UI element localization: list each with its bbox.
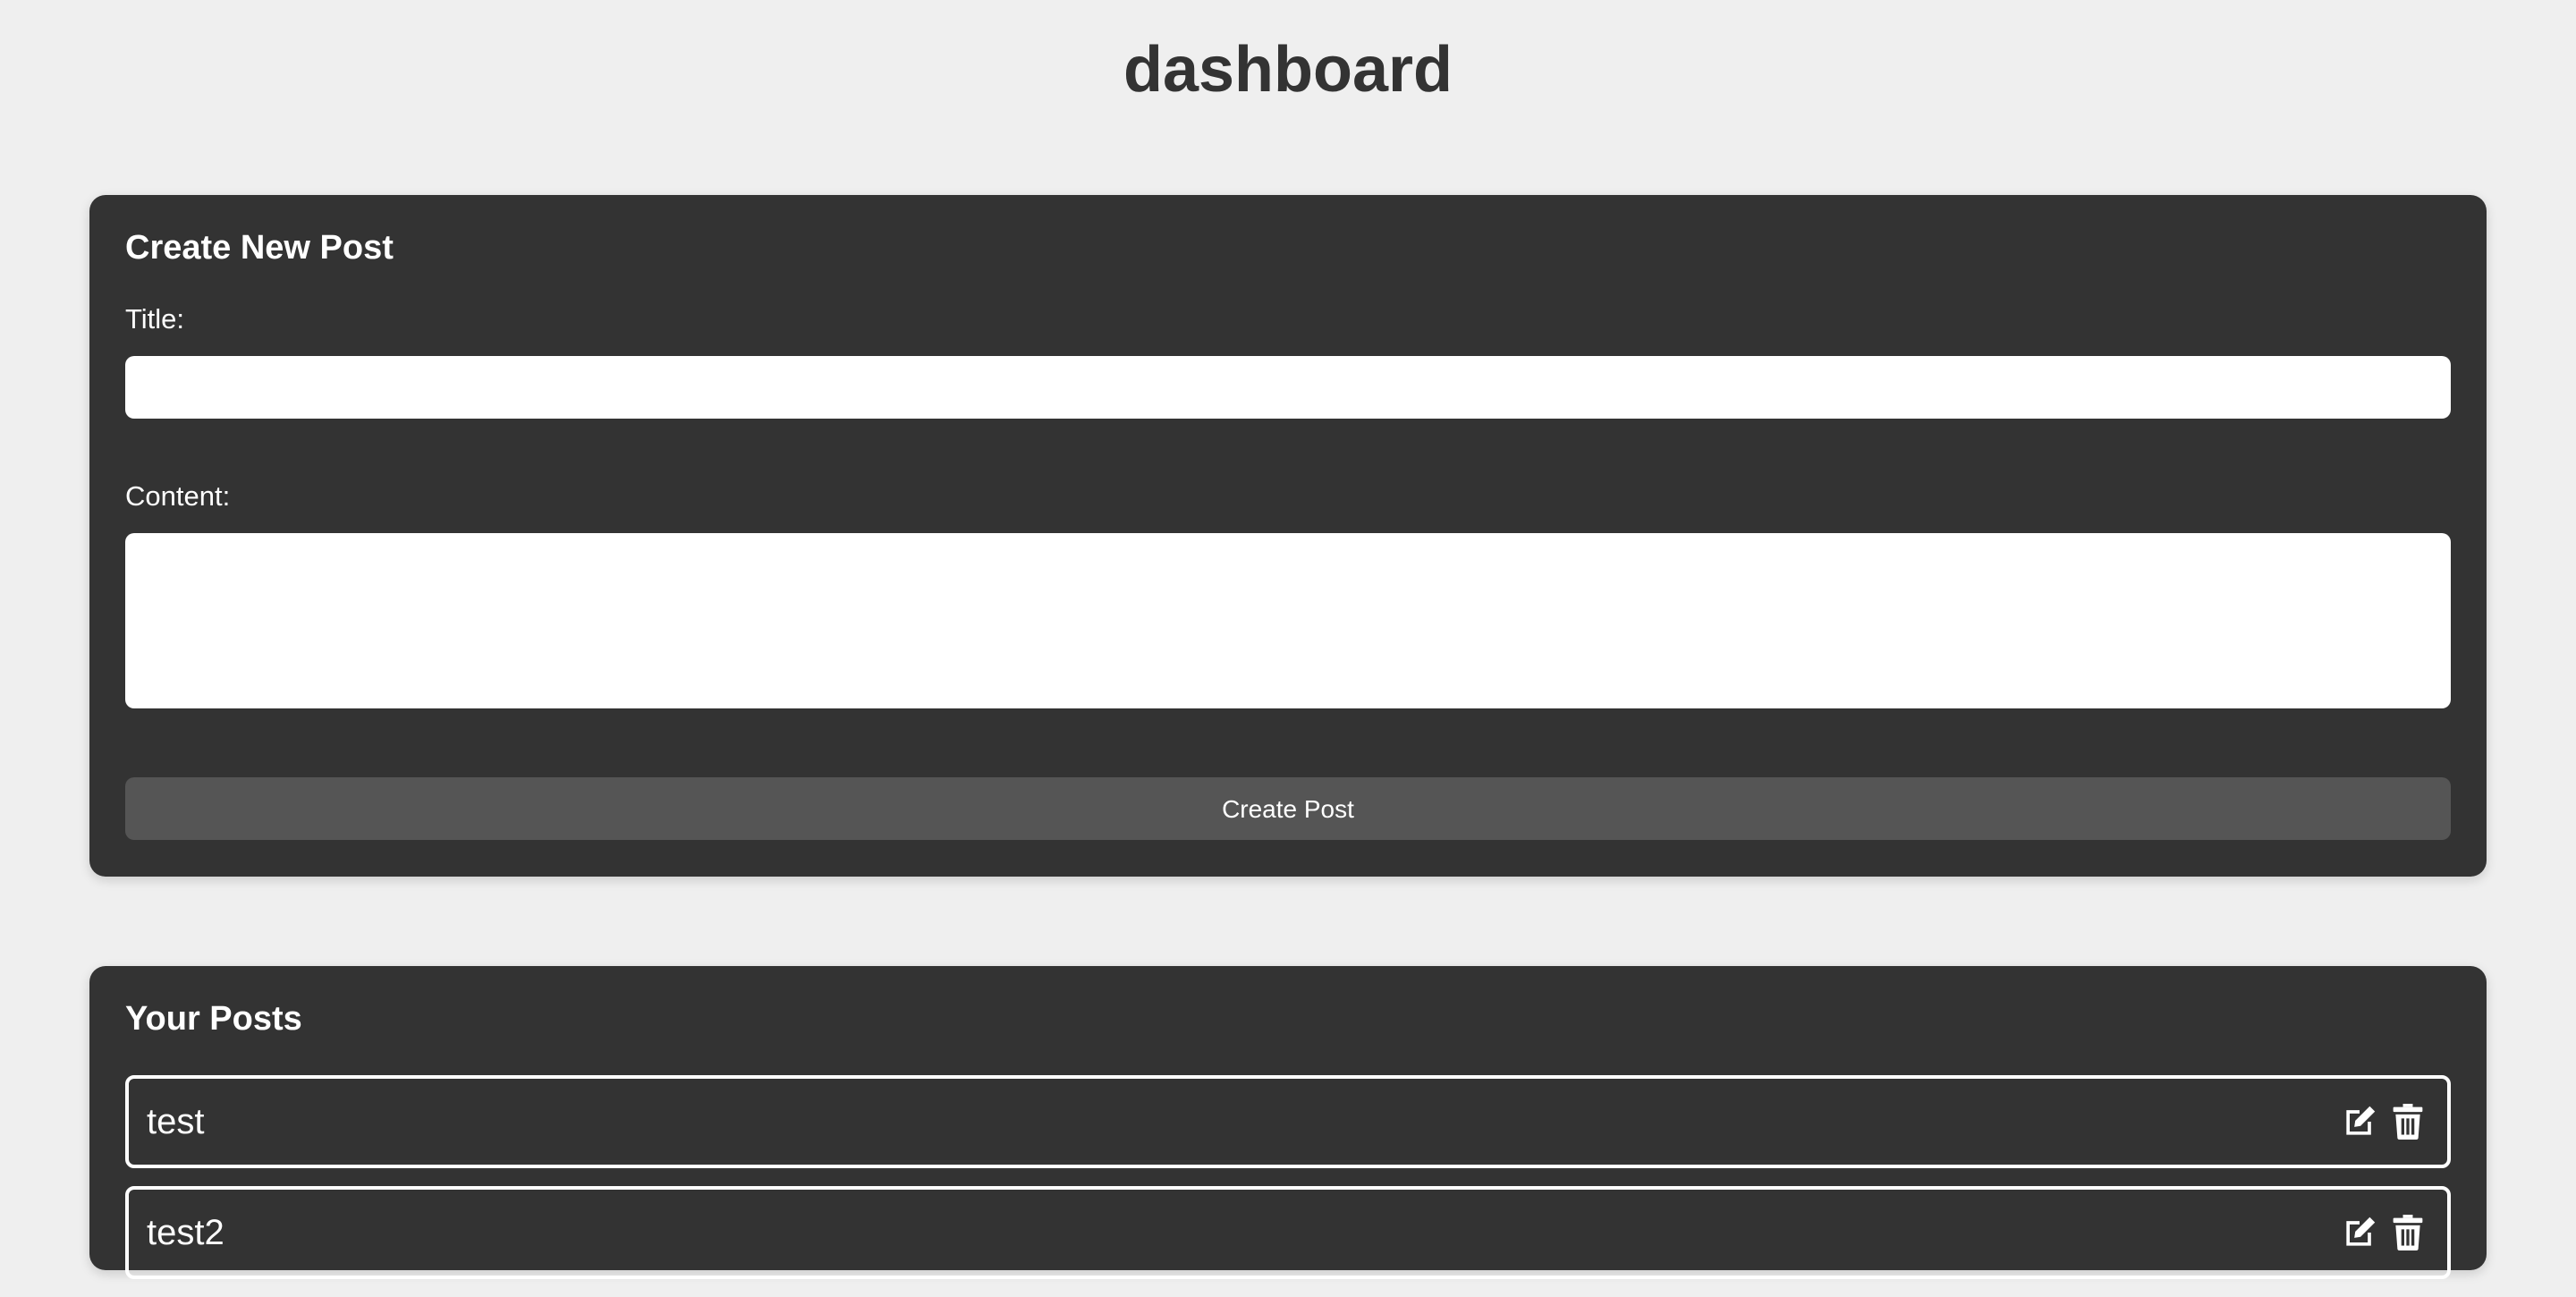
create-post-button[interactable]: Create Post (125, 777, 2451, 840)
title-input[interactable] (125, 356, 2451, 419)
content-textarea[interactable] (125, 533, 2451, 708)
create-post-card: Create New Post Title: Content: Create P… (89, 195, 2487, 877)
post-actions (2340, 1100, 2428, 1143)
page-title: dashboard (1123, 34, 1453, 106)
edit-icon[interactable] (2340, 1102, 2379, 1141)
post-list: test test2 (125, 1075, 2451, 1297)
post-actions (2340, 1211, 2428, 1254)
content-label: Content: (125, 480, 231, 512)
post-title: test (147, 1102, 205, 1141)
trash-icon[interactable] (2388, 1213, 2428, 1252)
trash-icon[interactable] (2388, 1102, 2428, 1141)
post-title: test2 (147, 1213, 225, 1252)
edit-icon[interactable] (2340, 1213, 2379, 1252)
post-item: test2 (125, 1186, 2451, 1279)
create-post-heading: Create New Post (125, 229, 394, 267)
your-posts-card: Your Posts test test2 (89, 966, 2487, 1279)
title-label: Title: (125, 303, 185, 335)
post-item: test (125, 1075, 2451, 1168)
your-posts-heading: Your Posts (125, 1000, 302, 1038)
